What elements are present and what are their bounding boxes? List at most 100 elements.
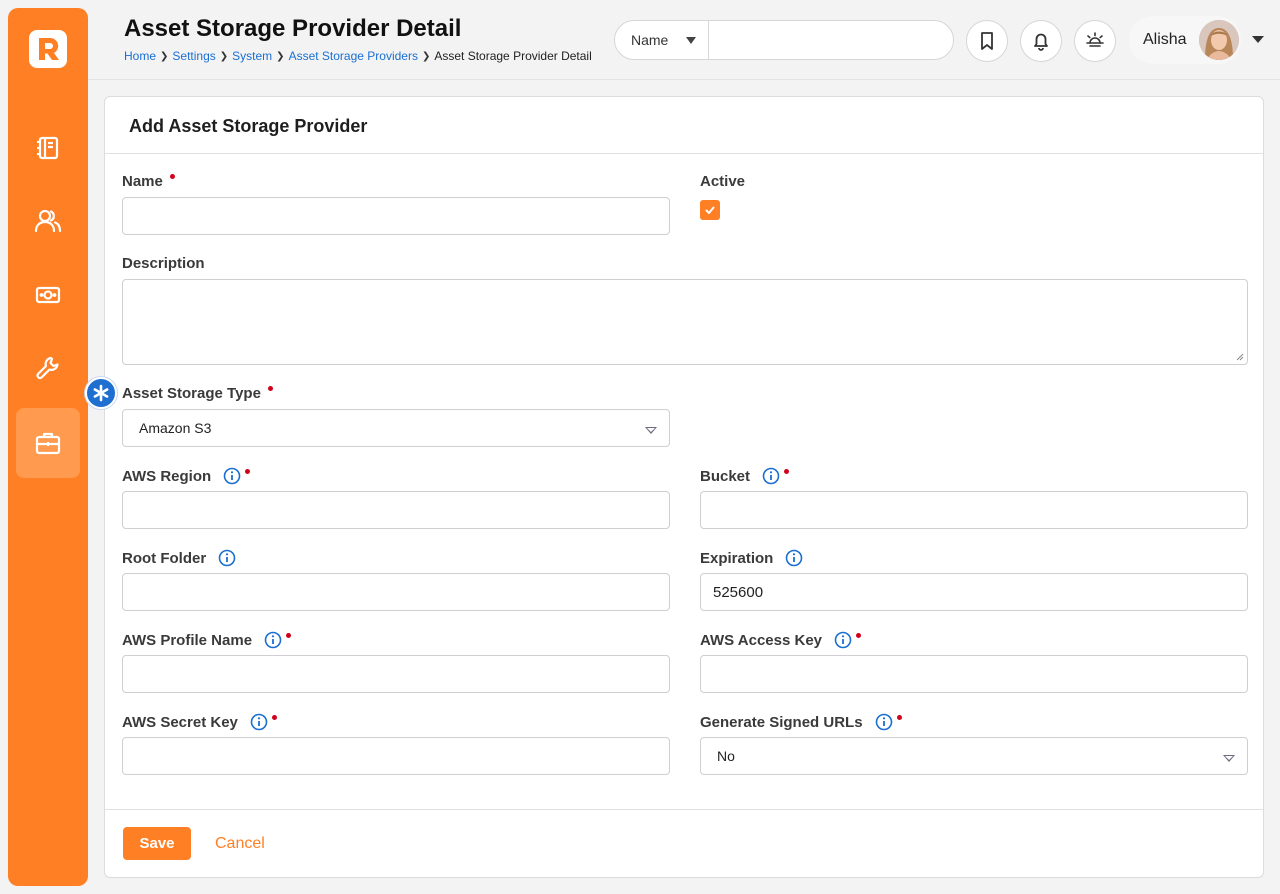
money-icon <box>35 286 61 304</box>
people-icon <box>34 209 62 233</box>
sidebar-item-admin[interactable] <box>16 408 80 478</box>
aws-region-label: AWS Region <box>122 467 251 485</box>
aws-region-field[interactable] <box>122 491 670 529</box>
bookmark-icon <box>981 32 993 50</box>
bucket-field[interactable] <box>700 491 1248 529</box>
breadcrumb-asset-storage-providers[interactable]: Asset Storage Providers <box>289 49 418 63</box>
sidebar-item-finance[interactable] <box>20 267 76 323</box>
root-folder-label: Root Folder <box>122 549 236 567</box>
sidebar-item-people[interactable] <box>20 193 76 249</box>
info-icon[interactable] <box>762 467 780 485</box>
aws-access-key-field[interactable] <box>700 655 1248 693</box>
generate-signed-urls-label: Generate Signed URLs <box>700 713 902 731</box>
required-indicator <box>856 632 862 638</box>
required-indicator <box>784 468 790 474</box>
info-icon[interactable] <box>785 549 803 567</box>
chevron-right-icon: ❯ <box>160 50 169 62</box>
chevron-right-icon: ❯ <box>276 50 285 62</box>
bookmark-button[interactable] <box>966 20 1008 62</box>
root-folder-label-text: Root Folder <box>122 549 207 567</box>
sidebar <box>8 8 88 886</box>
search-input[interactable] <box>709 21 953 59</box>
breadcrumb-settings[interactable]: Settings <box>172 49 215 63</box>
breadcrumb-system[interactable]: System <box>232 49 272 63</box>
bell-icon <box>1034 33 1048 51</box>
active-checkbox[interactable] <box>700 200 720 220</box>
info-icon[interactable] <box>218 549 236 567</box>
aws-profile-name-label: AWS Profile Name <box>122 631 292 649</box>
name-label: Name <box>122 173 175 190</box>
notebook-icon <box>37 136 59 160</box>
aws-profile-name-field[interactable] <box>122 655 670 693</box>
logo-icon <box>39 38 59 60</box>
info-icon[interactable] <box>250 713 268 731</box>
resize-grip-icon[interactable] <box>1236 353 1244 361</box>
save-button[interactable]: Save <box>123 827 191 860</box>
breadcrumb-home[interactable]: Home <box>124 49 156 63</box>
chevron-right-icon: ❯ <box>219 50 229 62</box>
card-footer-divider <box>105 809 1263 810</box>
required-indicator <box>245 468 251 474</box>
user-menu-caret-icon[interactable] <box>1252 36 1264 43</box>
aws-access-key-label-text: AWS Access Key <box>700 631 823 649</box>
asset-storage-type-value: Amazon S3 <box>139 420 212 436</box>
required-indicator <box>286 632 292 638</box>
description-label-text: Description <box>122 255 205 272</box>
provider-form-card: Add Asset Storage Provider Name Active D… <box>104 96 1264 878</box>
notifications-button[interactable] <box>1020 20 1062 62</box>
cancel-link[interactable]: Cancel <box>215 835 265 853</box>
generate-signed-urls-label-text: Generate Signed URLs <box>700 713 863 731</box>
caret-down-icon <box>686 36 697 44</box>
description-field[interactable] <box>122 279 1248 365</box>
breadcrumb: Home ❯ Settings ❯ System ❯ Asset Storage… <box>124 49 592 63</box>
asterisk-icon <box>93 384 109 402</box>
info-icon[interactable] <box>223 467 241 485</box>
expiration-label-text: Expiration <box>700 549 774 567</box>
aws-secret-key-field[interactable] <box>122 737 670 775</box>
search-scope-select[interactable]: Name <box>615 21 709 59</box>
asset-storage-type-label: Asset Storage Type <box>122 385 273 402</box>
info-icon[interactable] <box>264 631 282 649</box>
user-name: Alisha <box>1143 31 1187 48</box>
aws-secret-key-label: AWS Secret Key <box>122 713 277 731</box>
user-menu[interactable]: Alisha <box>1129 16 1241 64</box>
rock-logo[interactable] <box>29 30 67 68</box>
name-label-text: Name <box>122 173 163 190</box>
page-title: Asset Storage Provider Detail <box>124 15 462 42</box>
expiration-field[interactable] <box>700 573 1248 611</box>
required-indicator <box>271 714 277 720</box>
active-label-text: Active <box>700 173 746 190</box>
aws-profile-name-label-text: AWS Profile Name <box>122 631 253 649</box>
caret-down-icon <box>645 427 657 434</box>
caret-down-icon <box>1223 755 1235 762</box>
chevron-right-icon: ❯ <box>421 50 431 62</box>
sidebar-item-tools[interactable] <box>20 340 76 396</box>
sidebar-item-notebook[interactable] <box>20 120 76 176</box>
description-label: Description <box>122 255 205 272</box>
bucket-label: Bucket <box>700 467 790 485</box>
generate-signed-urls-select[interactable]: No <box>700 737 1248 775</box>
aws-region-label-text: AWS Region <box>122 467 212 485</box>
asset-storage-type-select[interactable]: Amazon S3 <box>122 409 670 447</box>
theme-toggle-button[interactable] <box>1074 20 1116 62</box>
generate-signed-urls-value: No <box>717 748 735 764</box>
info-icon[interactable] <box>875 713 893 731</box>
aws-access-key-label: AWS Access Key <box>700 631 862 649</box>
header-divider <box>88 79 1280 80</box>
search-scope-label: Name <box>631 32 669 48</box>
required-indicator <box>169 174 175 179</box>
name-field[interactable] <box>122 197 670 235</box>
wrench-icon <box>36 356 59 380</box>
search-bar: Name <box>614 20 954 60</box>
required-indicator <box>267 386 273 391</box>
info-icon[interactable] <box>834 631 852 649</box>
check-icon <box>705 206 715 214</box>
form-title: Add Asset Storage Provider <box>129 116 368 136</box>
active-label: Active <box>700 173 745 190</box>
asterisk-marker-icon <box>85 377 117 409</box>
breadcrumb-current: Asset Storage Provider Detail <box>434 49 592 63</box>
avatar <box>1199 20 1239 60</box>
root-folder-field[interactable] <box>122 573 670 611</box>
briefcase-icon <box>35 432 61 455</box>
aws-secret-key-label-text: AWS Secret Key <box>122 713 238 731</box>
